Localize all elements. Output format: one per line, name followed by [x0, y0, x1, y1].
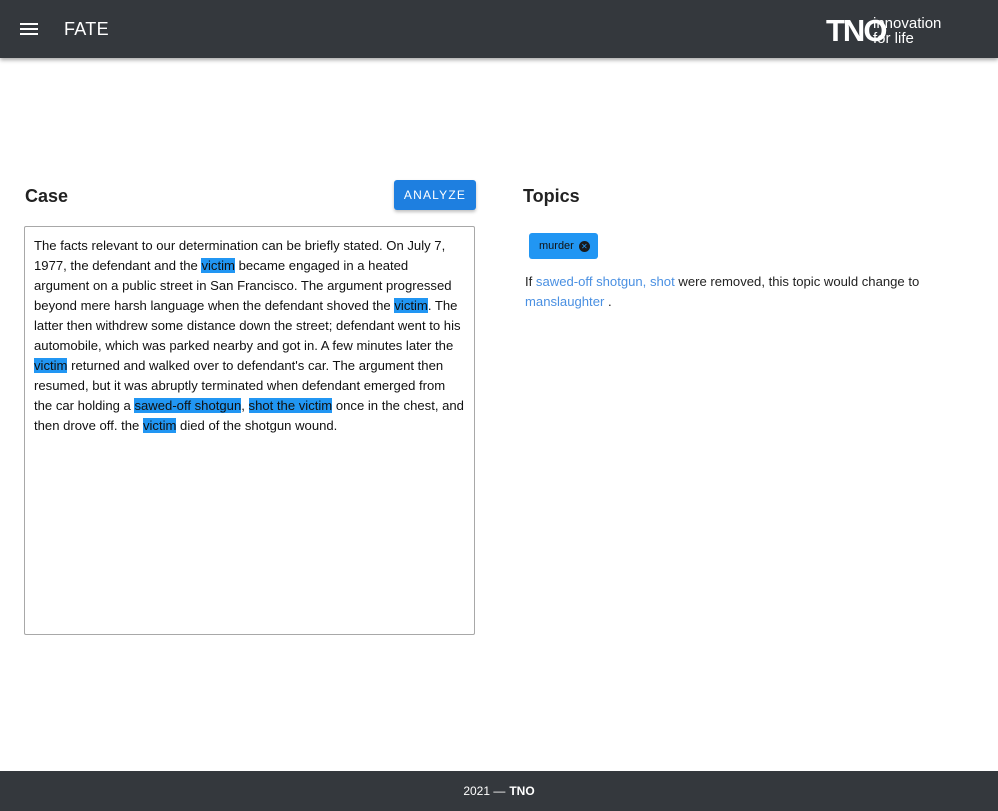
logo-tagline-line2: for life: [873, 30, 914, 47]
app-bar: FATE TNO innovation for life: [0, 0, 998, 58]
highlighted-terms-link[interactable]: sawed-off shotgun, shot: [536, 274, 675, 289]
explanation-prefix: If: [525, 274, 536, 289]
topics-heading: Topics: [523, 186, 580, 206]
case-text-segment: ,: [241, 398, 249, 413]
topic-chip-murder[interactable]: murder ✕: [529, 233, 598, 259]
close-icon[interactable]: ✕: [578, 240, 590, 252]
case-text-segment: died of the shotgun wound.: [176, 418, 338, 433]
highlighted-term: victim: [142, 418, 177, 433]
alternative-topic-link[interactable]: manslaughter: [525, 294, 604, 309]
highlighted-term: victim: [394, 298, 428, 313]
logo-tagline: innovation for life: [873, 16, 941, 46]
footer: 2021 — TNO: [0, 771, 998, 811]
analyze-button[interactable]: ANALYZE: [394, 180, 476, 210]
highlighted-term: sawed-off shotgun: [134, 398, 242, 413]
explanation-middle: were removed, this topic would change to: [674, 274, 920, 289]
explanation-suffix: .: [604, 294, 612, 309]
footer-org: TNO: [509, 784, 535, 798]
menu-icon[interactable]: [20, 20, 38, 38]
footer-year: 2021 —: [463, 784, 506, 798]
case-text-area[interactable]: The facts relevant to our determination …: [24, 226, 475, 635]
logo-tagline-line1: innovation: [873, 15, 942, 32]
case-heading: Case: [25, 186, 69, 206]
topic-chip-label: murder: [539, 240, 574, 252]
highlighted-term: victim: [201, 258, 235, 273]
highlighted-term: victim: [34, 358, 68, 373]
highlighted-term: shot the victim: [248, 398, 333, 413]
topic-explanation: If sawed-off shotgun, shot were removed,…: [525, 272, 975, 312]
app-title: FATE: [64, 19, 109, 39]
